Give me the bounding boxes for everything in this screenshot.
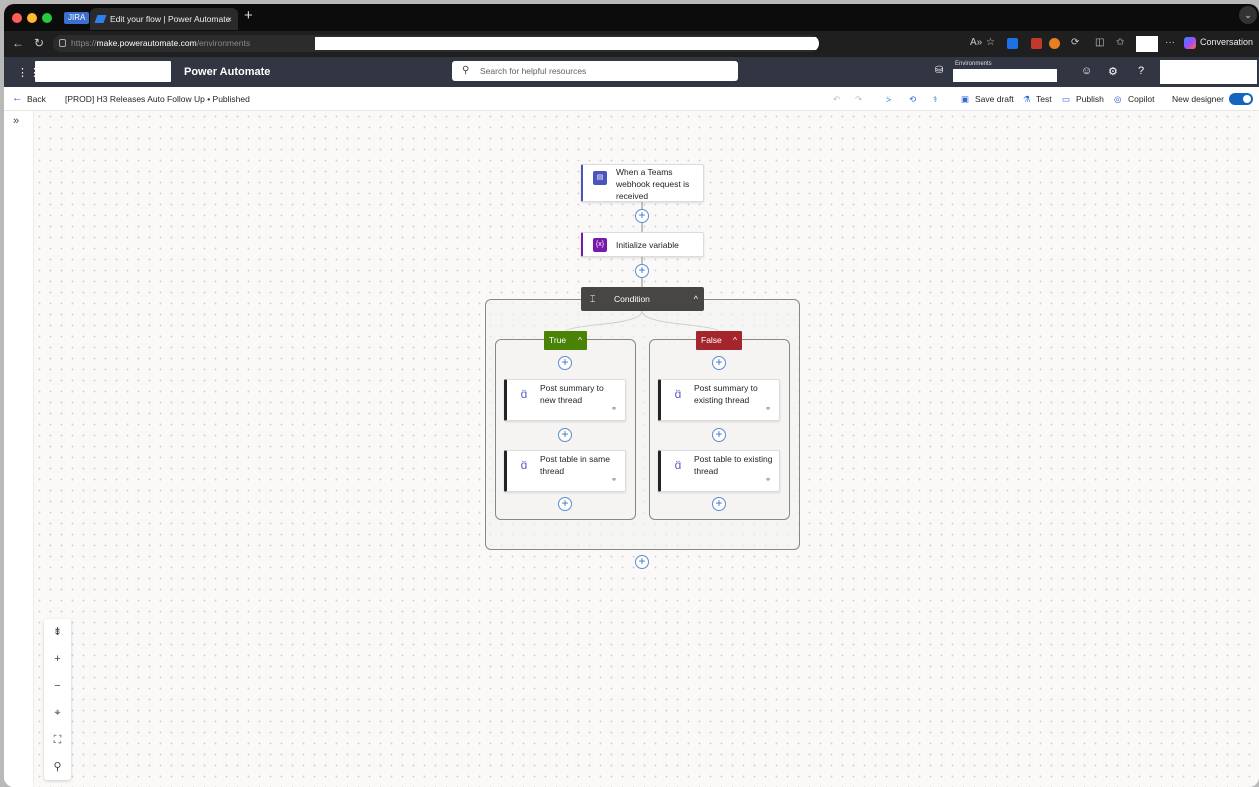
trigger-card[interactable]: ▤ When a Teams webhook request is receiv… <box>581 164 704 202</box>
condition-icon: ⌶ <box>590 294 596 304</box>
link-icon: ⚭ <box>611 477 617 484</box>
initialize-variable-card[interactable]: {x} Initialize variable <box>581 232 704 257</box>
collapse-chevron-icon[interactable]: ^ <box>578 331 582 350</box>
search-icon[interactable]: ⚲ <box>44 754 71 781</box>
canvas-controls: ⇟ + − ⌖ ⛶ ⚲ <box>44 619 71 780</box>
add-action-button[interactable]: + <box>558 428 572 442</box>
action-label: Post table in same thread <box>540 454 610 476</box>
teams-action-card[interactable]: ɑ̈ Post table to existing thread ⚭ <box>658 450 780 492</box>
teams-action-card[interactable]: ɑ̈ Post summary to new thread ⚭ <box>504 379 626 421</box>
add-step-button[interactable]: + <box>635 209 649 223</box>
teams-icon: ɑ̈ <box>520 387 528 401</box>
teams-icon: ɑ̈ <box>674 458 682 472</box>
zoom-out-icon[interactable]: − <box>44 673 71 700</box>
add-action-button[interactable]: + <box>712 428 726 442</box>
link-icon: ⚭ <box>765 406 771 413</box>
add-step-button[interactable]: + <box>635 264 649 278</box>
add-action-button[interactable]: + <box>558 356 572 370</box>
browser-window: JIRA Edit your flow | Power Automate × +… <box>4 4 1259 787</box>
teams-webhook-icon: ▤ <box>593 171 607 185</box>
teams-action-card[interactable]: ɑ̈ Post summary to existing thread ⚭ <box>658 379 780 421</box>
condition-card[interactable]: ⌶ Condition ^ <box>581 287 704 311</box>
false-branch-label: False <box>701 335 722 345</box>
trigger-label: When a Teams webhook request is received <box>616 167 690 201</box>
action-label: Post summary to new thread <box>540 383 604 405</box>
teams-icon: ɑ̈ <box>520 458 528 472</box>
false-branch-tag[interactable]: False ^ <box>696 331 742 350</box>
minimap-icon[interactable]: ⛶ <box>44 727 71 754</box>
zoom-in-icon[interactable]: + <box>44 646 71 673</box>
add-action-button[interactable]: + <box>712 356 726 370</box>
true-branch-tag[interactable]: True ^ <box>544 331 587 350</box>
teams-action-card[interactable]: ɑ̈ Post table in same thread ⚭ <box>504 450 626 492</box>
link-icon: ⚭ <box>611 406 617 413</box>
init-variable-label: Initialize variable <box>616 240 679 250</box>
collapse-chevron-icon[interactable]: ^ <box>733 331 737 350</box>
link-icon: ⚭ <box>765 477 771 484</box>
center-icon[interactable]: ⌖ <box>44 700 71 727</box>
action-label: Post table to existing thread <box>694 454 773 476</box>
condition-label: Condition <box>614 294 650 304</box>
add-action-button[interactable]: + <box>558 497 572 511</box>
collapse-chevron-icon[interactable]: ^ <box>694 287 698 311</box>
add-step-button[interactable]: + <box>635 555 649 569</box>
true-branch-label: True <box>549 335 567 345</box>
variable-icon: {x} <box>593 238 607 252</box>
add-action-button[interactable]: + <box>712 497 726 511</box>
fit-icon[interactable]: ⇟ <box>44 619 71 646</box>
action-label: Post summary to existing thread <box>694 383 758 405</box>
teams-icon: ɑ̈ <box>674 387 682 401</box>
